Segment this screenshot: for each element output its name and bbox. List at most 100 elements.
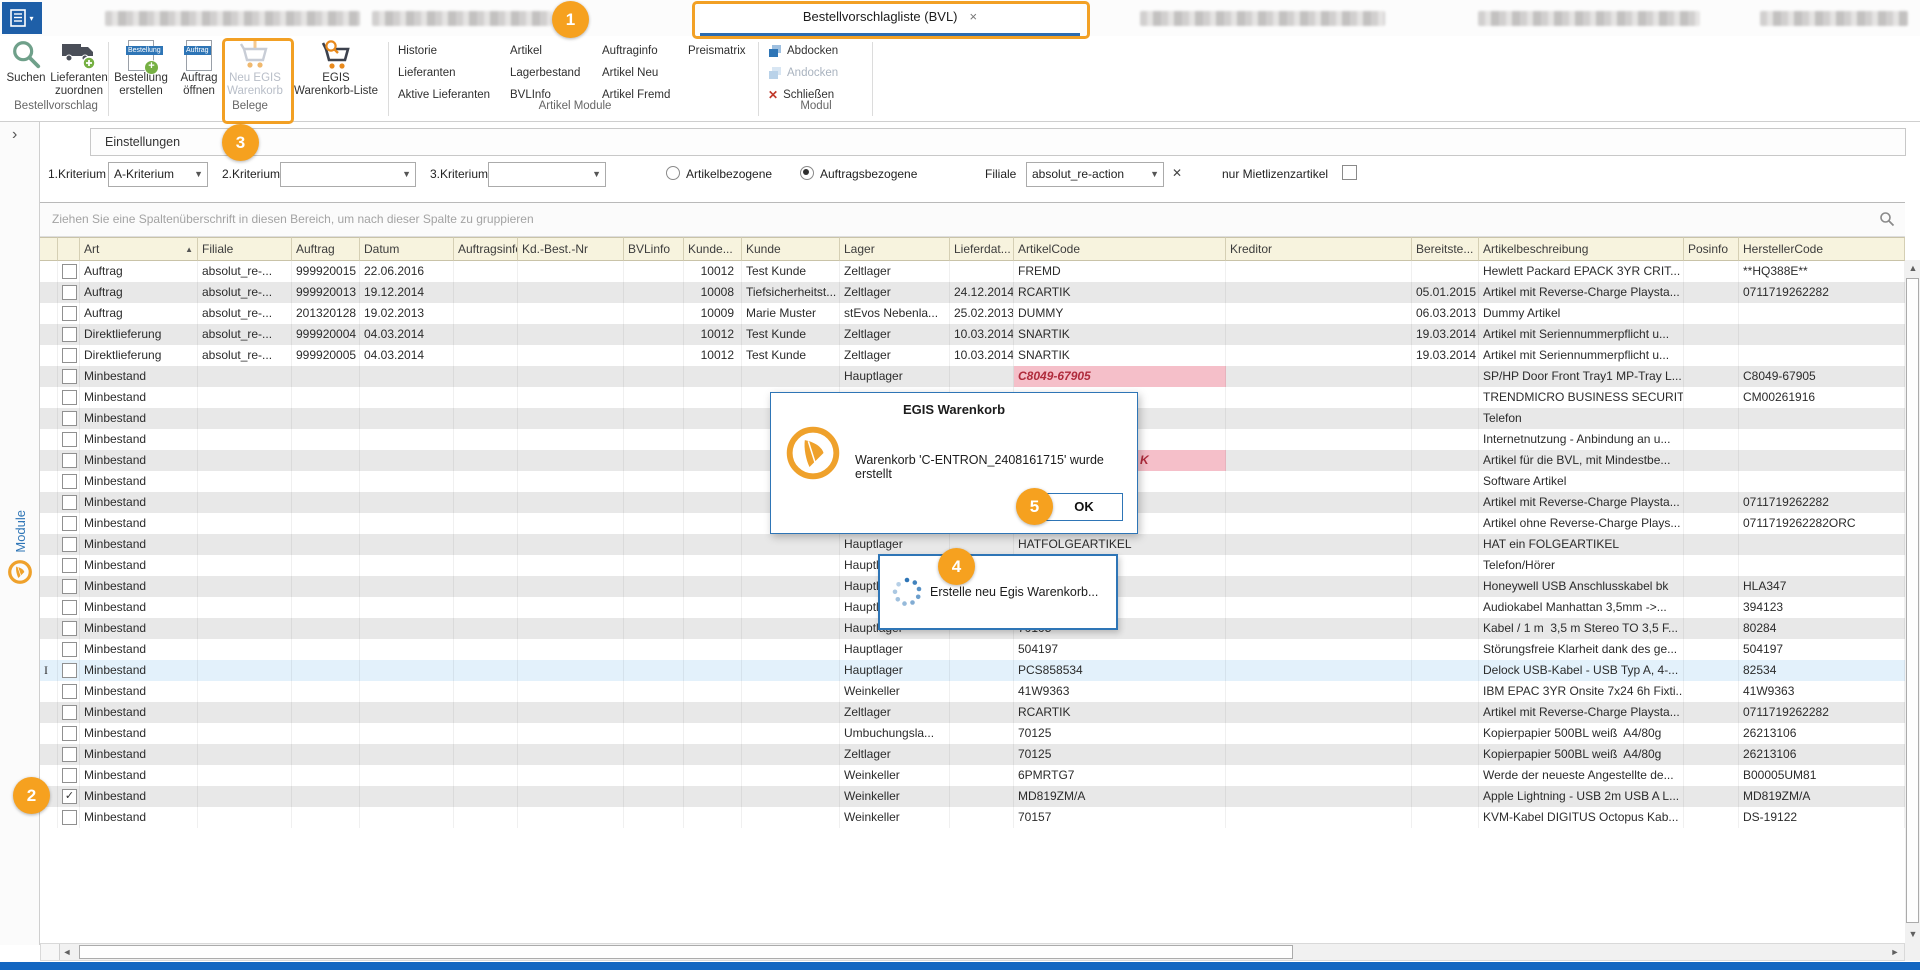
auftrag-oeffnen-button[interactable]: Auftrag Auftrag öffnen (174, 38, 224, 100)
radio-auftragsbezogene[interactable] (800, 166, 814, 180)
table-row[interactable]: MinbestandHauptlagerHATFOLGEARTIKELHAT e… (40, 534, 1905, 555)
redacted-tab[interactable] (1760, 11, 1908, 26)
column-header-kdbestnr[interactable]: Kd.-Best.-Nr (518, 237, 624, 261)
column-header-auftragsinfo[interactable]: Auftragsinfo (454, 237, 518, 261)
ribbon-link-preismatrix[interactable]: Preismatrix (688, 40, 754, 62)
table-row[interactable]: MinbestandHauptlager504197Störungsfreie … (40, 639, 1905, 660)
group-by-bar[interactable]: Ziehen Sie eine Spaltenüberschrift in di… (40, 203, 1905, 237)
kriterium2-combobox[interactable]: ▼ (280, 162, 416, 187)
column-header-kundenr[interactable]: Kunde... (684, 237, 742, 261)
column-header-posinfo[interactable]: Posinfo (1684, 237, 1739, 261)
table-row[interactable]: Auftragabsolut_re-...20132012819.02.2013… (40, 303, 1905, 324)
row-checkbox[interactable] (62, 411, 77, 426)
row-checkbox[interactable] (62, 285, 77, 300)
suchen-button[interactable]: Suchen (4, 38, 48, 100)
egis-warenkorb-liste-button[interactable]: EGIS Warenkorb-Liste (288, 38, 384, 100)
table-row[interactable]: Direktlieferungabsolut_re-...99992000504… (40, 345, 1905, 366)
row-checkbox[interactable] (62, 432, 77, 447)
row-checkbox[interactable] (62, 558, 77, 573)
lieferanten-zuordnen-button[interactable]: Lieferanten zuordnen (50, 38, 108, 100)
row-checkbox[interactable] (62, 390, 77, 405)
row-checkbox[interactable] (62, 600, 77, 615)
kriterium1-combobox[interactable]: A-Kriterium▼ (108, 162, 208, 187)
row-checkbox[interactable] (62, 705, 77, 720)
table-row[interactable]: Direktlieferungabsolut_re-...99992000404… (40, 324, 1905, 345)
grid-search-icon[interactable] (1879, 211, 1895, 232)
abdocken-button[interactable]: Abdocken (768, 40, 838, 62)
horizontal-scroll-thumb[interactable] (79, 945, 1293, 959)
table-row[interactable]: MinbestandHauptlagerC8049-67905SP/HP Doo… (40, 366, 1905, 387)
table-row[interactable]: Auftragabsolut_re-...99992001522.06.2016… (40, 261, 1905, 282)
app-menu-button[interactable]: ▾ (2, 2, 42, 34)
scroll-left-icon[interactable]: ◄ (59, 944, 75, 960)
redacted-tab[interactable] (1140, 11, 1385, 26)
column-header-beschreibung[interactable]: Artikelbeschreibung (1479, 237, 1684, 261)
tab-bestellvorschlagliste[interactable]: Bestellvorschlagliste (BVL) × (700, 0, 1080, 36)
row-checkbox[interactable] (62, 495, 77, 510)
row-checkbox[interactable] (62, 453, 77, 468)
horizontal-scrollbar[interactable]: ◄ ► (40, 943, 1905, 961)
redacted-tab[interactable] (105, 11, 360, 26)
column-header-herstellercode[interactable]: HerstellerCode (1739, 237, 1905, 261)
scroll-down-icon[interactable]: ▼ (1905, 926, 1920, 942)
ribbon-link-lieferanten[interactable]: Lieferanten (398, 62, 504, 84)
table-row[interactable]: MinbestandWeinkeller6PMRTG7Werde der neu… (40, 765, 1905, 786)
table-row[interactable]: MinbestandZeltlagerRCARTIKArtikel mit Re… (40, 702, 1905, 723)
row-checkbox[interactable] (62, 810, 77, 825)
radio-artikelbezogene[interactable] (666, 166, 680, 180)
table-row[interactable]: MinbestandUmbuchungsla...70125Kopierpapi… (40, 723, 1905, 744)
row-checkbox[interactable] (62, 516, 77, 531)
table-row[interactable]: Auftragabsolut_re-...99992001319.12.2014… (40, 282, 1905, 303)
table-row[interactable]: ✓MinbestandWeinkellerMD819ZM/AApple Ligh… (40, 786, 1905, 807)
column-header-kunde[interactable]: Kunde (742, 237, 840, 261)
row-checkbox[interactable] (62, 684, 77, 699)
row-checkbox[interactable] (62, 306, 77, 321)
ribbon-link-auftraginfo[interactable]: Auftraginfo (602, 40, 684, 62)
row-checkbox[interactable] (62, 369, 77, 384)
row-checkbox[interactable] (62, 579, 77, 594)
column-header-filiale[interactable]: Filiale (198, 237, 292, 261)
column-header-datum[interactable]: Datum (360, 237, 454, 261)
filiale-combobox[interactable]: absolut_re-action▼ (1026, 162, 1164, 187)
row-checkbox[interactable] (62, 621, 77, 636)
scroll-right-icon[interactable]: ► (1887, 944, 1903, 960)
row-checkbox[interactable] (62, 768, 77, 783)
column-header-lager[interactable]: Lager (840, 237, 950, 261)
row-checkbox[interactable] (62, 348, 77, 363)
ribbon-link-historie[interactable]: Historie (398, 40, 504, 62)
row-checkbox[interactable] (62, 264, 77, 279)
ribbon-link-artikel-neu[interactable]: Artikel Neu (602, 62, 684, 84)
filiale-clear-icon[interactable]: ✕ (1172, 166, 1182, 180)
table-row[interactable]: MinbestandWeinkeller41W9363IBM EPAC 3YR … (40, 681, 1905, 702)
column-header-lieferdat[interactable]: Lieferdat... (950, 237, 1014, 261)
row-checkbox[interactable] (62, 474, 77, 489)
row-checkbox[interactable] (62, 642, 77, 657)
vertical-scrollbar[interactable]: ▲ ▼ (1905, 260, 1920, 943)
bestellung-erstellen-button[interactable]: Bestellung+ Bestellung erstellen (112, 38, 170, 100)
row-checkbox[interactable] (62, 747, 77, 762)
kriterium3-combobox[interactable]: ▼ (488, 162, 606, 187)
redacted-tab[interactable] (1478, 11, 1700, 26)
close-tab-icon[interactable]: × (970, 9, 978, 24)
vertical-scroll-thumb[interactable] (1906, 278, 1919, 923)
table-row[interactable]: IMinbestandHauptlagerPCS858534Delock USB… (40, 660, 1905, 681)
row-checkbox[interactable] (62, 537, 77, 552)
row-checkbox[interactable]: ✓ (62, 789, 77, 804)
column-header-artikelcode[interactable]: ArtikelCode (1014, 237, 1226, 261)
row-checkbox[interactable] (62, 327, 77, 342)
column-header-bereitste[interactable]: Bereitste... (1412, 237, 1479, 261)
column-header-bvlinfo[interactable]: BVLinfo (624, 237, 684, 261)
module-sidebar-tab[interactable]: Module (0, 510, 40, 630)
table-row[interactable]: MinbestandZeltlager70125Kopierpapier 500… (40, 744, 1905, 765)
table-row[interactable]: MinbestandWeinkeller70157KVM-Kabel DIGIT… (40, 807, 1905, 828)
ribbon-link-lagerbestand[interactable]: Lagerbestand (510, 62, 598, 84)
collapse-chevron-icon[interactable]: › (12, 126, 17, 144)
column-header-art[interactable]: Art▲ (80, 237, 198, 261)
column-header-auftrag[interactable]: Auftrag (292, 237, 360, 261)
ribbon-link-artikel[interactable]: Artikel (510, 40, 598, 62)
row-checkbox[interactable] (62, 663, 77, 678)
ok-button[interactable]: OK (1045, 493, 1123, 521)
redacted-tab[interactable] (372, 11, 552, 26)
column-header-kreditor[interactable]: Kreditor (1226, 237, 1412, 261)
scroll-up-icon[interactable]: ▲ (1905, 260, 1920, 276)
